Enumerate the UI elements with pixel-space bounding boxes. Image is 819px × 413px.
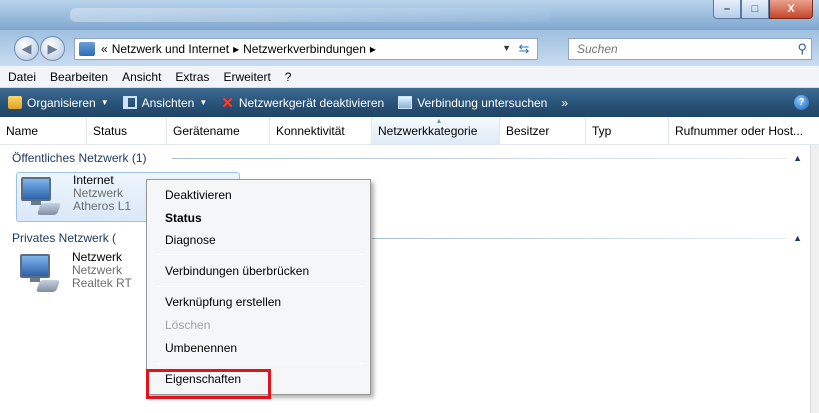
column-header-row: Name Status Gerätename Konnektivität ▲ N… xyxy=(0,117,819,145)
address-row: ◀ ▶ « Netzwerk und Internet ▸ Netzwerkve… xyxy=(0,30,819,66)
group-public-network[interactable]: Öffentliches Netzwerk (1) xyxy=(12,151,147,165)
menu-edit[interactable]: Bearbeiten xyxy=(50,70,108,84)
breadcrumb-separator[interactable]: ▸ xyxy=(233,42,239,56)
breadcrumb-network-internet[interactable]: Netzwerk und Internet xyxy=(112,42,229,56)
search-box[interactable]: ⚲ xyxy=(568,38,812,60)
menu-separator xyxy=(157,363,363,364)
collapse-chevron-icon[interactable]: ▲ xyxy=(793,153,802,163)
minimize-button[interactable]: – xyxy=(713,0,741,19)
search-input[interactable] xyxy=(577,42,777,56)
breadcrumb-separator-end[interactable]: ▸ xyxy=(370,42,376,56)
group-private-network-label: Privates Netzwerk ( xyxy=(12,231,117,245)
organize-button[interactable]: Organisieren ▼ xyxy=(8,96,109,110)
disable-device-button[interactable]: ✕ Netzwerkgerät deaktivieren xyxy=(221,94,384,112)
group-public-network-label: Öffentliches Netzwerk (1) xyxy=(12,151,147,165)
highlight-box xyxy=(146,369,271,399)
title-bar: – □ X xyxy=(0,0,819,30)
menu-help[interactable]: ? xyxy=(285,70,292,84)
menu-item-diagnose[interactable]: Diagnose xyxy=(165,233,216,247)
menu-bar: Datei Bearbeiten Ansicht Extras Erweiter… xyxy=(0,66,819,88)
breadcrumb-overflow[interactable]: « xyxy=(101,42,108,56)
help-button[interactable]: ? xyxy=(794,95,809,110)
group-divider xyxy=(372,238,787,239)
breadcrumb-network-connections[interactable]: Netzwerkverbindungen xyxy=(243,42,366,56)
window-controls: – □ X xyxy=(713,0,813,19)
column-network-category[interactable]: ▲ Netzwerkkategorie xyxy=(372,117,500,145)
views-button[interactable]: Ansichten ▼ xyxy=(122,95,208,110)
menu-advanced[interactable]: Erweitert xyxy=(223,70,270,84)
menu-item-deactivate[interactable]: Deaktivieren xyxy=(165,188,232,202)
connection-device: Atheros L1 xyxy=(73,199,132,213)
menu-tools[interactable]: Extras xyxy=(175,70,209,84)
arrow-right-icon: ▶ xyxy=(47,40,58,56)
column-name[interactable]: Name xyxy=(0,117,87,145)
chevron-down-icon: ▼ xyxy=(100,98,109,107)
network-folder-icon xyxy=(79,42,95,56)
context-menu: Deaktivieren Status Diagnose Verbindunge… xyxy=(146,179,371,395)
column-network-category-label: Netzwerkkategorie xyxy=(378,124,478,138)
column-connectivity[interactable]: Konnektivität xyxy=(270,117,372,145)
help-icon: ? xyxy=(798,97,805,108)
views-icon xyxy=(122,96,137,109)
address-dropdown-icon[interactable]: ▼ xyxy=(502,43,511,53)
toolbar-overflow-button[interactable]: » xyxy=(561,96,568,110)
column-owner[interactable]: Besitzer xyxy=(500,117,586,145)
red-x-icon: ✕ xyxy=(221,94,234,112)
forward-button[interactable]: ▶ xyxy=(40,36,65,61)
views-label: Ansichten xyxy=(141,95,195,110)
menu-view[interactable]: Ansicht xyxy=(122,70,161,84)
vertical-scrollbar[interactable] xyxy=(810,145,819,413)
menu-file[interactable]: Datei xyxy=(8,70,36,84)
column-status[interactable]: Status xyxy=(87,117,167,145)
group-divider xyxy=(172,158,787,159)
connection-device: Realtek RT xyxy=(72,276,132,290)
collapse-chevron-icon[interactable]: ▲ xyxy=(793,233,802,243)
network-adapter-icon xyxy=(19,173,65,219)
search-icon[interactable]: ⚲ xyxy=(797,41,807,57)
close-button[interactable]: X xyxy=(769,0,813,19)
menu-separator xyxy=(157,286,363,287)
column-device-name[interactable]: Gerätename xyxy=(167,117,270,145)
diagnose-icon xyxy=(398,96,413,109)
sort-arrow-icon: ▲ xyxy=(435,118,443,125)
refresh-icon[interactable]: ⇆ xyxy=(514,41,534,57)
network-adapter-icon xyxy=(18,250,64,296)
overflow-chevron-icon: » xyxy=(561,95,569,110)
menu-separator xyxy=(157,254,363,255)
chevron-down-icon: ▼ xyxy=(199,98,208,107)
window-title-blur xyxy=(70,8,550,22)
menu-item-delete: Löschen xyxy=(165,318,211,332)
organize-icon xyxy=(8,96,22,109)
menu-item-rename[interactable]: Umbenennen xyxy=(165,341,237,355)
menu-item-create-shortcut[interactable]: Verknüpfung erstellen xyxy=(165,295,281,309)
arrow-left-icon: ◀ xyxy=(21,40,32,56)
address-bar[interactable]: « Netzwerk und Internet ▸ Netzwerkverbin… xyxy=(74,38,538,60)
organize-label: Organisieren xyxy=(27,95,96,110)
connections-list: Öffentliches Netzwerk (1) ▲ Internet Net… xyxy=(0,145,810,413)
menu-item-status[interactable]: Status xyxy=(165,211,202,225)
command-toolbar: Organisieren ▼ Ansichten ▼ ✕ Netzwerkger… xyxy=(0,88,819,117)
back-button[interactable]: ◀ xyxy=(14,36,39,61)
diagnose-connection-button[interactable]: Verbindung untersuchen xyxy=(398,96,547,110)
column-phone-or-host[interactable]: Rufnummer oder Host... xyxy=(669,117,810,145)
group-private-network[interactable]: Privates Netzwerk ( xyxy=(12,231,116,245)
column-type[interactable]: Typ xyxy=(586,117,669,145)
maximize-button[interactable]: □ xyxy=(741,0,769,19)
menu-item-bridge-connections[interactable]: Verbindungen überbrücken xyxy=(165,264,309,278)
disable-device-label: Netzwerkgerät deaktivieren xyxy=(238,95,385,110)
